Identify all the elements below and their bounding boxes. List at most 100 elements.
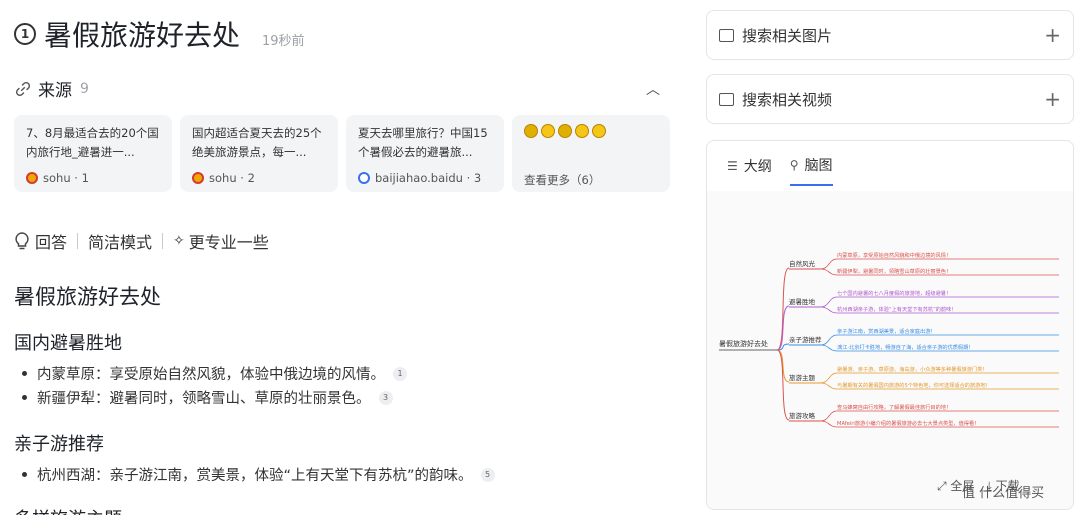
link-icon: [15, 81, 31, 96]
divider: [77, 233, 79, 249]
tab-outline-label: 大纲: [743, 159, 772, 175]
mindmap-branch-label: 旅游主题: [789, 373, 816, 382]
tab-outline[interactable]: ☰ 大纲: [727, 155, 772, 186]
mindmap-leaf-link: [820, 334, 838, 346]
mindmap-leaf-label: 与暑期有关的暑假国内旅游的5个特色地，你可选择适合的旅游地！: [837, 381, 991, 389]
citation-badge[interactable]: 5: [480, 467, 495, 482]
source-card[interactable]: 夏天去哪里旅行？中国15个暑假必去的避暑旅... baijiahao.baidu…: [346, 115, 504, 192]
tab-mindmap-label: 脑图: [804, 158, 833, 174]
mindmap-root: 暑假旅游好去处: [719, 339, 768, 348]
timestamp: 19秒前: [262, 33, 305, 49]
section-title: 亲子游推荐: [14, 434, 104, 455]
divider: [162, 233, 164, 249]
history-icon: 1: [14, 23, 36, 45]
mindmap-leaf-link: [820, 306, 838, 314]
site-icon: [558, 124, 572, 138]
search-images-button[interactable]: 搜索相关图片 +: [706, 10, 1074, 60]
mindmap-canvas[interactable]: 暑假旅游好去处 自然风光 内蒙草原，享受原始自然风貌和中俄边境的风情！ 新疆伊犁，避暑…: [707, 191, 1073, 509]
source-card-title: 7、8月最适合去的20个国内旅行地_避暑进一...: [26, 126, 159, 159]
mindmap-panel: ☰ 大纲 ⚲ 脑图 暑假旅游好去处 自然风光 内蒙草原，享受原始自然风貌和中俄边境的…: [706, 140, 1074, 510]
mindmap-leaf-label: 查马蜂窝自由行攻略，了解暑假最佳旅行目的地！: [837, 403, 951, 411]
list-item: 新疆伊犁：避暑同时，领略雪山、草原的壮丽景色。 3: [22, 387, 393, 408]
list-icon: ☰: [727, 159, 738, 173]
list-item: 杭州西湖：亲子游江南，赏美景，体验“上有天堂下有苏杭”的韵味。 5: [22, 464, 495, 485]
search-images-label: 搜索相关图片: [742, 26, 833, 45]
list-item-text: 杭州西湖：亲子游江南，赏美景，体验“上有天堂下有苏杭”的韵味。: [37, 468, 473, 484]
sohu-icon: [192, 172, 204, 184]
tab-mindmap[interactable]: ⚲ 脑图: [789, 155, 833, 186]
sparkle-icon: ✧: [173, 233, 185, 249]
sohu-icon: [26, 172, 38, 184]
source-card[interactable]: 7、8月最适合去的20个国内旅行地_避暑进一... sohu · 1: [14, 115, 172, 192]
mindmap-leaf-label: 杭州西湖亲子游，体验“上有天堂下有苏杭”的韵味！: [837, 305, 957, 313]
section-title: 国内避暑胜地: [14, 333, 122, 354]
mindmap-branch-label: 旅游攻略: [789, 411, 816, 420]
bullet-icon: [22, 395, 27, 400]
mindmap-leaf-label: 新疆伊犁，避暑同时，领略雪山草原的壮丽景色！: [837, 267, 951, 275]
mindmap-branch-label: 亲子游推荐: [789, 335, 822, 344]
mindmap-branch-link: [776, 267, 790, 351]
mindmap-branch-label: 避暑胜地: [789, 297, 816, 306]
answer-toolbar: 回答 简洁模式 ✧ 更专业一些: [14, 229, 269, 253]
search-videos-label: 搜索相关视频: [742, 90, 833, 109]
baidu-icon: [358, 172, 370, 184]
site-icon: [541, 124, 555, 138]
sources-header[interactable]: 来源 9 ︿: [14, 76, 666, 101]
mindmap-svg: 暑假旅游好去处 自然风光 内蒙草原，享受原始自然风貌和中俄边境的风情！ 新疆伊犁，避暑…: [719, 251, 1059, 428]
sources-label: 来源: [38, 81, 72, 101]
more-sources-card[interactable]: 查看更多（6）: [512, 115, 670, 192]
mindmap-leaf-label: 漓江·北京打卡胜地，畅游自了海，适合亲子游的优质假期！: [837, 343, 974, 351]
source-card-site: baijiahao.baidu · 3: [375, 171, 482, 185]
mindmap-leaf-link: [820, 344, 838, 352]
mindmap-leaf-link: [820, 296, 838, 308]
site-icon: [575, 124, 589, 138]
video-icon: [719, 92, 734, 106]
concise-mode-button[interactable]: 简洁模式: [88, 229, 152, 253]
bullet-icon: [22, 472, 27, 477]
mindmap-tabs: ☰ 大纲 ⚲ 脑图: [727, 155, 833, 186]
mindmap-icon: ⚲: [789, 158, 799, 172]
plus-icon: +: [1044, 23, 1061, 47]
source-card[interactable]: 国内超适合夏天去的25个绝美旅游景点，每一... sohu · 2: [180, 115, 338, 192]
mindmap-leaf-link: [820, 410, 838, 422]
chevron-up-icon[interactable]: ︿: [646, 79, 660, 99]
sources-count: 9: [80, 80, 89, 97]
bullet-icon: [22, 371, 27, 376]
mindmap-leaf-link: [820, 372, 838, 384]
source-card-site: sohu · 1: [43, 171, 89, 185]
mindmap-leaf-label: 七个国内避暑的七八月度假的旅游地，超级避暑！: [837, 289, 951, 297]
source-icons: [524, 124, 658, 144]
image-icon: [719, 28, 734, 42]
plus-icon: +: [1044, 87, 1061, 111]
mindmap-leaf-label: 避暑游、亲子游、草原游、海岛游，小众游等多种暑假旅游门类！: [837, 365, 987, 373]
mindmap-leaf-link: [820, 382, 838, 390]
list-item: 内蒙草原：享受原始自然风貌，体验中俄边境的风情。 1: [22, 363, 407, 384]
source-card-title: 夏天去哪里旅行？中国15个暑假必去的避暑旅...: [358, 126, 488, 159]
watermark: 值 什么值得买: [962, 486, 1045, 501]
citation-badge[interactable]: 3: [378, 390, 393, 405]
mindmap-branch-label: 自然风光: [789, 259, 816, 268]
list-item-text: 新疆伊犁：避暑同时，领略雪山、草原的壮丽景色。: [37, 391, 371, 407]
source-card-title: 国内超适合夏天去的25个绝美旅游景点，每一...: [192, 126, 322, 159]
more-professional-button[interactable]: 更专业一些: [189, 229, 269, 253]
citation-badge[interactable]: 1: [393, 366, 407, 381]
list-item-text: 内蒙草原：享受原始自然风貌，体验中俄边境的风情。: [37, 367, 385, 383]
query-title-row: 1 暑假旅游好去处 19秒前: [14, 14, 305, 54]
site-icon: [524, 124, 538, 138]
mindmap-leaf-label: 内蒙草原，享受原始自然风貌和中俄边境的风情！: [837, 251, 951, 259]
section-title: 多样旅游主题: [14, 505, 122, 515]
source-card-site: sohu · 2: [209, 171, 255, 185]
site-icon: [592, 124, 606, 138]
answer-heading: 暑假旅游好去处: [14, 285, 161, 309]
mindmap-leaf-label: MAfeiri旅游小编介绍的暑假旅游必去七大景点类型，值得看！: [837, 419, 979, 427]
mindmap-leaf-link: [820, 258, 838, 270]
more-sources-link[interactable]: 查看更多（6）: [524, 172, 658, 188]
source-cards: 7、8月最适合去的20个国内旅行地_避暑进一... sohu · 1 国内超适合…: [14, 115, 670, 192]
mindmap-leaf-link: [820, 268, 838, 276]
page-title: 暑假旅游好去处: [44, 19, 241, 52]
lightbulb-icon: [15, 232, 29, 250]
mindmap-leaf-link: [820, 420, 838, 428]
mindmap-leaf-label: 亲子游江南，赏西湖美景，适合家庭出游！: [837, 327, 936, 335]
answer-tab[interactable]: 回答: [35, 229, 67, 253]
search-videos-button[interactable]: 搜索相关视频 +: [706, 74, 1074, 124]
